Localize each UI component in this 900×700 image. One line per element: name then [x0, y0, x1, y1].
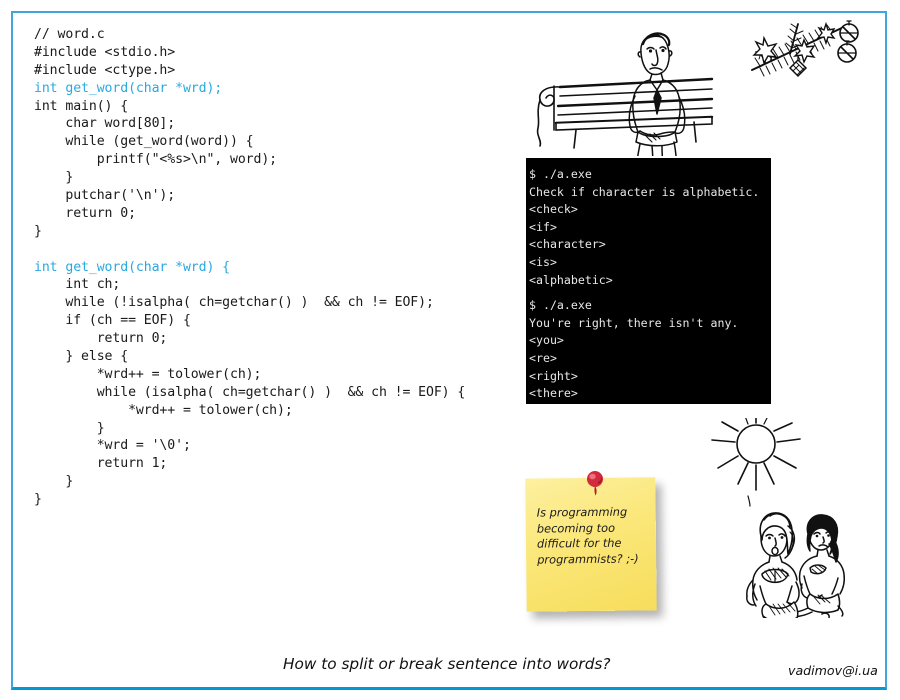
code-line: #include <stdio.h>	[34, 44, 176, 60]
code-line: char word[80];	[34, 116, 176, 132]
terminal-line: <if>	[529, 219, 557, 234]
terminal-line: Check if character is alphabetic.	[529, 184, 760, 199]
code-line: }	[34, 492, 42, 508]
code-line: #include <ctype.h>	[34, 62, 176, 78]
terminal-line: $ ./a.exe	[529, 167, 592, 181]
code-line: // word.c	[34, 27, 105, 42]
slide-canvas: // word.c #include <stdio.h> #include <cty…	[0, 0, 900, 700]
code-line: *wrd++ = tolower(ch);	[34, 366, 262, 382]
terminal-line: <isn>	[529, 403, 769, 405]
code-line: putchar('\n');	[34, 188, 176, 204]
code-line: int get_word(char *wrd) {	[34, 259, 230, 275]
terminal-line: <there>	[529, 386, 578, 401]
code-line: *wrd = '\0';	[34, 438, 191, 454]
code-line: while (get_word(word)) {	[34, 134, 254, 150]
code-line: int ch;	[34, 277, 121, 293]
sticky-note-text: Is programming becoming too difficult fo…	[536, 504, 639, 567]
terminal-line: <character>	[529, 237, 606, 252]
code-line: *wrd++ = tolower(ch);	[34, 402, 293, 418]
author-email: vadimov@i.ua	[788, 663, 878, 678]
sticky-note: Is programming becoming too difficult fo…	[525, 471, 686, 626]
code-line: return 0;	[34, 331, 168, 347]
man-on-bench-illustration	[516, 14, 730, 188]
terminal-line: <check>	[529, 202, 578, 217]
terminal-line: <is>	[529, 254, 557, 269]
terminal-line: <you>	[529, 333, 564, 348]
fir-branch-ornament-illustration	[742, 12, 868, 84]
sticky-note-paper: Is programming becoming too difficult fo…	[525, 477, 657, 612]
code-line: if (ch == EOF) {	[34, 313, 191, 329]
code-line: while (isalpha( ch=getchar() ) && ch != …	[34, 384, 466, 400]
slide-caption: How to split or break sentence into word…	[283, 655, 611, 673]
pushpin-icon	[587, 471, 603, 496]
sun-illustration	[704, 413, 808, 496]
code-line: while (!isalpha( ch=getchar() ) && ch !=…	[34, 295, 434, 311]
code-line: }	[34, 170, 74, 186]
terminal-line: <alphabetic>	[529, 272, 613, 287]
source-code-block: // word.c #include <stdio.h> #include <cty…	[34, 26, 514, 509]
code-line: }	[34, 223, 42, 239]
terminal-line: You're right, there isn't any.	[529, 315, 739, 330]
code-line: } else {	[34, 349, 129, 365]
terminal-line: $ ./a.exe	[529, 298, 592, 313]
terminal-line: <re>	[529, 350, 557, 365]
terminal-output: $ ./a.exe Check if character is alphabeti…	[526, 158, 771, 404]
code-line: }	[34, 474, 74, 490]
terminal-line: <right>	[529, 368, 578, 383]
code-line: int get_word(char *wrd);	[34, 80, 223, 96]
code-line: return 0;	[34, 205, 136, 221]
code-line: return 1;	[34, 456, 168, 472]
two-women-illustration	[744, 492, 884, 629]
code-line: int main() {	[34, 98, 129, 114]
code-line: printf("<%s>\n", word);	[34, 152, 278, 168]
code-line: }	[34, 420, 105, 436]
